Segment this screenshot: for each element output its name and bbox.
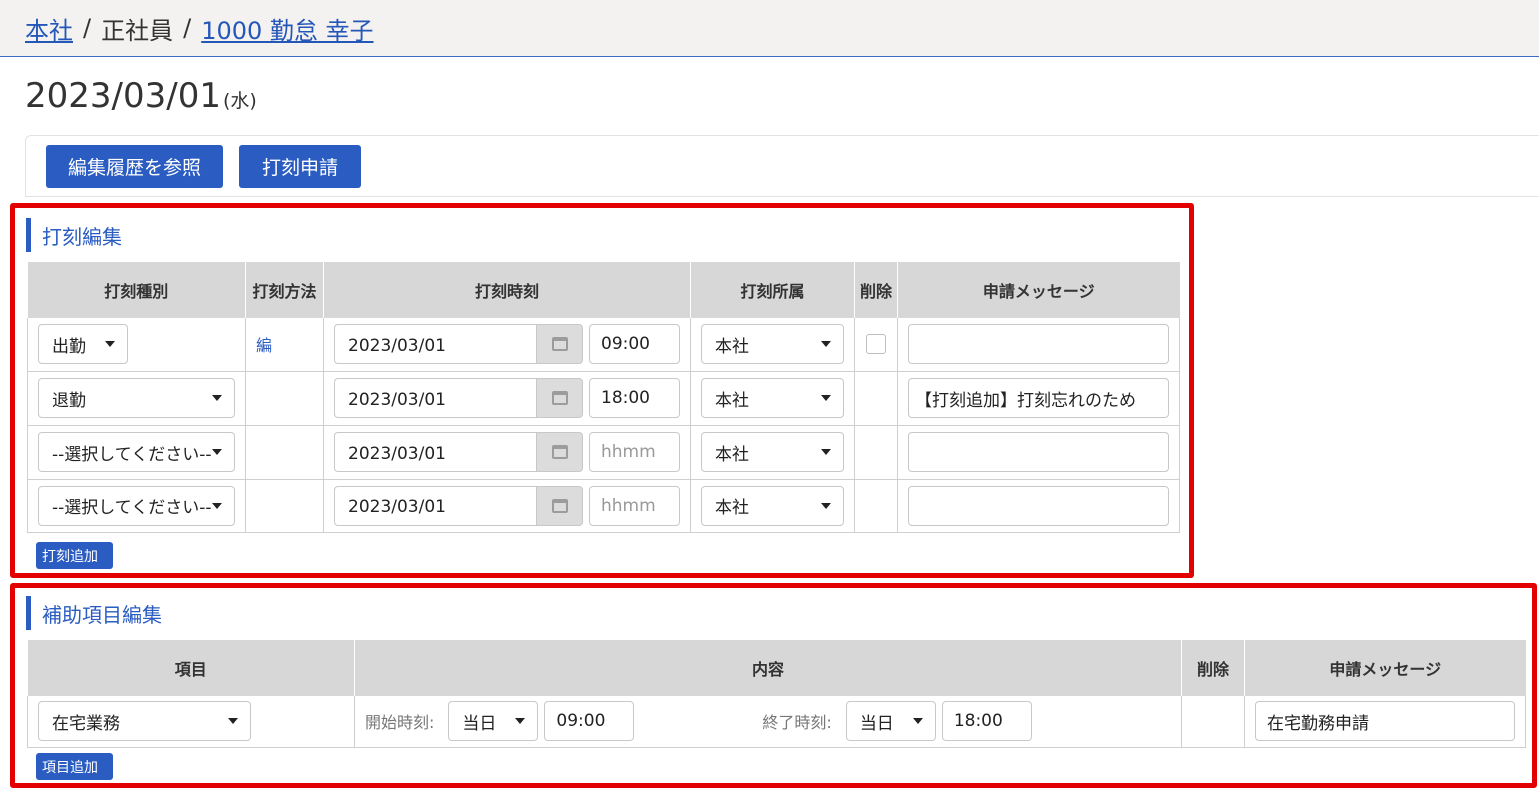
start-time-input[interactable]: 09:00 (544, 701, 635, 742)
stamp-table: 打刻種別 打刻方法 打刻時刻 打刻所属 削除 申請メッセージ 出勤 編 2023… (27, 262, 1180, 533)
header-item: 項目 (27, 640, 355, 696)
affiliation-select[interactable]: 本社 (701, 324, 844, 365)
stamp-type-select[interactable]: --選択してください-- (38, 432, 235, 472)
aux-section-title: 補助項目編集 (26, 596, 162, 630)
chevron-down-icon (228, 718, 238, 725)
select-value: 退勤 (52, 390, 86, 411)
request-message-input[interactable] (908, 432, 1169, 472)
chevron-down-icon (105, 341, 115, 348)
table-row: 退勤 2023/03/01 18:00 本社 【打刻追加】打刻忘れのため (27, 371, 1180, 426)
request-message-input[interactable] (908, 485, 1169, 526)
select-value: 本社 (715, 390, 749, 411)
table-row: 在宅業務 開始時刻: 当日 09:00 終了時刻: 当日 18:00 在宅勤務申… (27, 696, 1526, 748)
request-message-input[interactable] (908, 324, 1169, 365)
request-message-input[interactable]: 在宅勤務申請 (1255, 701, 1515, 742)
select-value: 本社 (715, 444, 749, 465)
view-history-button[interactable]: 編集履歴を参照 (46, 145, 223, 188)
calendar-button[interactable] (536, 432, 583, 472)
breadcrumb: 本社 / 正社員 / 1000 勤怠 幸子 (0, 0, 1539, 57)
select-value: 在宅業務 (52, 713, 120, 734)
select-value: 当日 (462, 713, 497, 734)
date-value: 2023/03/01 (25, 76, 221, 116)
stamp-date-input[interactable]: 2023/03/01 (334, 485, 536, 526)
chevron-down-icon (821, 449, 831, 455)
start-day-select[interactable]: 当日 (448, 701, 539, 742)
stamp-time-input[interactable]: hhmm (589, 432, 680, 472)
start-time-label: 開始時刻: (365, 713, 435, 733)
stamp-method-value: 編 (256, 336, 273, 356)
chevron-down-icon (212, 395, 222, 401)
chevron-down-icon (821, 395, 831, 401)
calendar-button[interactable] (536, 324, 583, 365)
breadcrumb-separator: / (183, 14, 192, 42)
calendar-icon (551, 391, 568, 405)
stamp-date-input[interactable]: 2023/03/01 (334, 378, 536, 418)
table-row: --選択してください-- 2023/03/01 hhmm 本社 (27, 425, 1180, 480)
calendar-icon (551, 337, 568, 352)
stamp-section-title: 打刻編集 (26, 218, 122, 252)
calendar-icon (551, 445, 568, 459)
chevron-down-icon (821, 341, 831, 348)
aux-table: 項目 内容 削除 申請メッセージ 在宅業務 開始時刻: 当日 09:00 終了時… (27, 640, 1526, 748)
chevron-down-icon (912, 718, 923, 725)
breadcrumb-employment-type: 正社員 (101, 16, 174, 45)
stamp-time-input[interactable]: 18:00 (589, 378, 680, 418)
stamp-type-select[interactable]: 出勤 (38, 324, 128, 365)
stamp-date-input[interactable]: 2023/03/01 (334, 432, 536, 472)
header-delete: 削除 (1181, 640, 1245, 696)
stamp-time-input[interactable]: hhmm (589, 485, 680, 526)
select-value: --選択してください-- (52, 444, 212, 465)
add-stamp-button[interactable]: 打刻追加 (36, 542, 113, 569)
delete-checkbox[interactable] (866, 334, 886, 355)
calendar-icon (551, 498, 568, 513)
header-stamp-affiliation: 打刻所属 (690, 262, 855, 318)
end-day-select[interactable]: 当日 (845, 701, 936, 742)
affiliation-select[interactable]: 本社 (701, 432, 844, 472)
chevron-down-icon (212, 449, 222, 455)
stamp-request-button[interactable]: 打刻申請 (239, 145, 361, 188)
header-content: 内容 (354, 640, 1182, 696)
breadcrumb-company-link[interactable]: 本社 (25, 11, 73, 46)
end-time-input[interactable]: 18:00 (941, 701, 1032, 742)
select-value: --選択してください-- (52, 498, 212, 518)
header-delete: 削除 (854, 262, 898, 318)
chevron-down-icon (821, 502, 831, 509)
aux-item-select[interactable]: 在宅業務 (38, 701, 251, 742)
table-row: --選択してください-- 2023/03/01 hhmm 本社 (27, 479, 1180, 533)
stamp-time-input[interactable]: 09:00 (589, 324, 680, 365)
delete-cell-empty (854, 425, 898, 480)
header-stamp-type: 打刻種別 (27, 262, 246, 318)
select-value: 本社 (715, 336, 749, 357)
calendar-button[interactable] (536, 378, 583, 418)
stamp-date-input[interactable]: 2023/03/01 (334, 324, 536, 365)
calendar-button[interactable] (536, 485, 583, 526)
end-time-label: 終了時刻: (762, 713, 832, 733)
add-item-button[interactable]: 項目追加 (36, 753, 113, 780)
header-message: 申請メッセージ (897, 262, 1180, 318)
select-value: 本社 (715, 498, 749, 518)
chevron-down-icon (515, 718, 526, 725)
delete-cell-empty (1181, 696, 1245, 748)
select-value: 当日 (859, 713, 894, 734)
day-of-week: (水) (222, 90, 257, 112)
stamp-type-select[interactable]: --選択してください-- (38, 485, 235, 526)
breadcrumb-employee-link[interactable]: 1000 勤怠 幸子 (201, 11, 373, 46)
affiliation-select[interactable]: 本社 (701, 485, 844, 526)
stamp-type-select[interactable]: 退勤 (38, 378, 235, 418)
chevron-down-icon (212, 502, 222, 509)
delete-cell-empty (854, 479, 898, 533)
request-message-input[interactable]: 【打刻追加】打刻忘れのため (908, 378, 1169, 418)
delete-cell-empty (854, 371, 898, 426)
select-value: 出勤 (52, 336, 86, 357)
table-row: 出勤 編 2023/03/01 09:00 本社 (27, 318, 1180, 372)
breadcrumb-separator: / (83, 14, 92, 42)
header-message: 申請メッセージ (1244, 640, 1526, 696)
page-title: 2023/03/01 (水) (25, 76, 257, 116)
header-stamp-time: 打刻時刻 (323, 262, 691, 318)
header-stamp-method: 打刻方法 (245, 262, 324, 318)
affiliation-select[interactable]: 本社 (701, 378, 844, 418)
